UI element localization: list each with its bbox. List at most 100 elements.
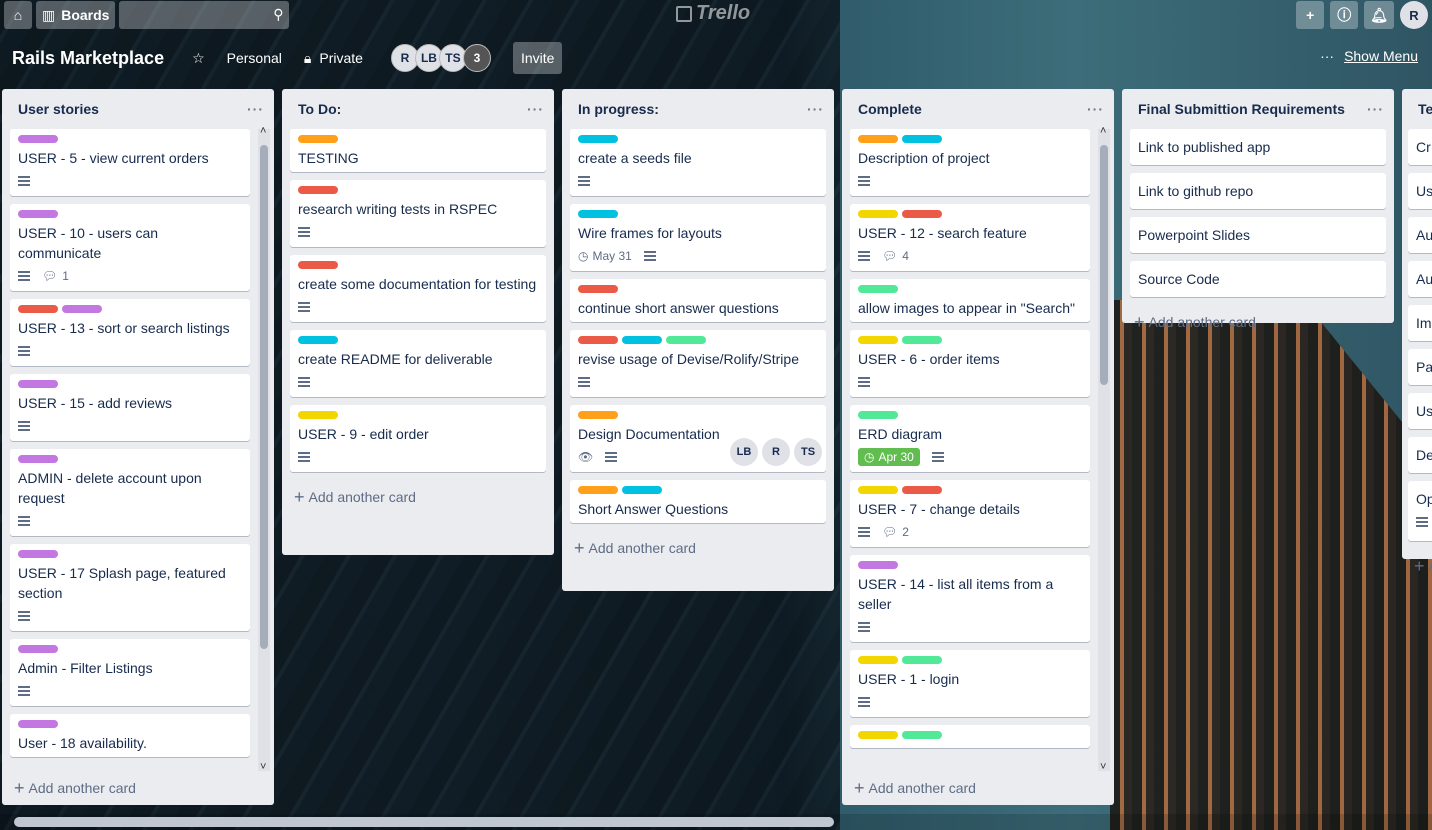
description-icon[interactable]	[605, 452, 618, 462]
chevron-down-icon[interactable]: ˅	[1100, 761, 1106, 773]
description-icon[interactable]	[858, 251, 870, 261]
comment-count[interactable]: 4	[902, 249, 909, 263]
list-menu-icon[interactable]: ···	[527, 101, 544, 117]
label-sky[interactable]	[578, 135, 618, 143]
card-title[interactable]: USER - 17 Splash page, featured section	[18, 563, 242, 603]
card-title[interactable]: allow images to appear in "Search"	[858, 298, 1082, 318]
list-header[interactable]: Te	[1402, 89, 1432, 129]
card-labels[interactable]	[18, 380, 242, 388]
card[interactable]: TESTING	[290, 129, 546, 172]
label-yellow[interactable]	[858, 336, 898, 344]
card-title[interactable]: Pa	[1416, 357, 1432, 377]
list[interactable]: In progress: ··· create a seeds file Wire f…	[562, 89, 834, 591]
card-labels[interactable]	[298, 186, 538, 194]
card-list[interactable]: Link to published app Link to github repo…	[1122, 129, 1394, 305]
card-title[interactable]: USER - 9 - edit order	[298, 424, 538, 444]
card[interactable]: Au	[1408, 261, 1432, 297]
plus-icon[interactable]: +	[14, 778, 25, 799]
list-scrollbar[interactable]: ˄ ˅	[258, 125, 270, 773]
card-title[interactable]: Im	[1416, 313, 1432, 333]
add-card-button[interactable]: + Add another card	[562, 531, 834, 565]
due-date-text[interactable]: May 31	[592, 249, 631, 263]
plus-icon[interactable]: +	[854, 778, 865, 799]
list-title[interactable]: Te	[1418, 101, 1432, 117]
card-badges[interactable]	[18, 340, 242, 362]
description-icon[interactable]	[931, 452, 944, 462]
label-purple[interactable]	[18, 135, 58, 143]
card-title[interactable]: Link to github repo	[1138, 181, 1378, 201]
card-labels[interactable]	[578, 411, 818, 419]
list-header[interactable]: Final Submittion Requirements ···	[1122, 89, 1394, 129]
card-badges[interactable]	[578, 371, 818, 393]
card-labels[interactable]	[858, 656, 1082, 664]
card-title[interactable]: TESTING	[298, 148, 538, 168]
card-labels[interactable]	[18, 645, 242, 653]
card-labels[interactable]	[858, 486, 1082, 494]
card-title[interactable]: research writing tests in RSPEC	[298, 199, 538, 219]
member-avatar[interactable]: R	[762, 438, 790, 466]
description-icon[interactable]	[858, 697, 870, 707]
chevron-up-icon[interactable]: ˄	[260, 125, 266, 137]
card-members[interactable]: LB R TS	[730, 438, 822, 466]
card-labels[interactable]	[18, 135, 242, 143]
add-card-label[interactable]: Add another card	[309, 489, 416, 505]
plus-icon[interactable]: +	[1414, 556, 1425, 577]
card-labels[interactable]	[578, 285, 818, 293]
comments-badge[interactable]: 💬︎ 2	[882, 525, 909, 539]
list-title[interactable]: User stories	[18, 101, 99, 117]
card[interactable]: Link to published app	[1130, 129, 1386, 165]
card[interactable]: USER - 14 - list all items from a seller	[850, 555, 1090, 642]
card[interactable]: Admin - Filter Listings	[10, 639, 250, 706]
description-icon[interactable]	[18, 176, 30, 186]
list-menu-icon[interactable]: ···	[247, 101, 264, 117]
add-card-button[interactable]: + Add another card	[1122, 305, 1394, 339]
card-labels[interactable]	[858, 135, 1082, 143]
home-button[interactable]: ⌂	[4, 1, 32, 29]
label-yellow[interactable]	[858, 656, 898, 664]
label-yellow[interactable]	[298, 411, 338, 419]
visibility-button[interactable]: 🔒︎ Private	[296, 42, 371, 74]
card-title[interactable]: create some documentation for testing	[298, 274, 538, 294]
card-title[interactable]: Description of project	[858, 148, 1082, 168]
card-title[interactable]: Cr	[1416, 137, 1432, 157]
label-orange[interactable]	[858, 135, 898, 143]
label-orange[interactable]	[298, 135, 338, 143]
label-purple[interactable]	[18, 210, 58, 218]
card-title[interactable]: Us	[1416, 401, 1432, 421]
card-labels[interactable]	[298, 135, 538, 143]
card-labels[interactable]	[18, 305, 242, 313]
label-lime[interactable]	[858, 285, 898, 293]
add-card-label[interactable]: A	[1429, 558, 1432, 574]
list-header[interactable]: Complete ···	[842, 89, 1114, 129]
card[interactable]: ERD diagram ◷ Apr 30	[850, 405, 1090, 472]
card-title[interactable]: Us	[1416, 181, 1432, 201]
comment-icon[interactable]: 💬︎	[42, 269, 57, 283]
list[interactable]: User stories ··· USER - 5 - view current o…	[2, 89, 274, 805]
card-title[interactable]: Wire frames for layouts	[578, 223, 818, 243]
card-title[interactable]: Au	[1416, 225, 1432, 245]
plus-icon[interactable]: +	[1134, 312, 1145, 333]
card[interactable]: Source Code	[1130, 261, 1386, 297]
card-badges[interactable]: 💬︎ 4	[858, 245, 1082, 267]
label-red[interactable]	[902, 486, 942, 494]
card-labels[interactable]	[18, 720, 242, 728]
plus-icon[interactable]: +	[294, 487, 305, 508]
clock-icon[interactable]: ◷	[578, 249, 588, 263]
card[interactable]: USER - 12 - search feature 💬︎ 4	[850, 204, 1090, 271]
card-badges[interactable]	[578, 170, 818, 192]
list-menu-icon[interactable]: ···	[1087, 101, 1104, 117]
card-badges[interactable]	[298, 371, 538, 393]
card[interactable]: continue short answer questions	[570, 279, 826, 322]
due-date-text[interactable]: Apr 30	[878, 450, 913, 464]
description-icon[interactable]	[298, 227, 310, 237]
card[interactable]: USER - 6 - order items	[850, 330, 1090, 397]
card[interactable]: Link to github repo	[1130, 173, 1386, 209]
card[interactable]: USER - 15 - add reviews	[10, 374, 250, 441]
card-title[interactable]: USER - 12 - search feature	[858, 223, 1082, 243]
card[interactable]: create a seeds file	[570, 129, 826, 196]
card-title[interactable]: Short Answer Questions	[578, 499, 818, 519]
description-icon[interactable]	[18, 686, 30, 696]
member-avatar[interactable]: TS	[794, 438, 822, 466]
list[interactable]: Te Cr Us Au Au Im Pa Us De Op +A	[1402, 89, 1432, 576]
card-list[interactable]: TESTING research writing tests in RSPEC cr…	[282, 129, 554, 480]
